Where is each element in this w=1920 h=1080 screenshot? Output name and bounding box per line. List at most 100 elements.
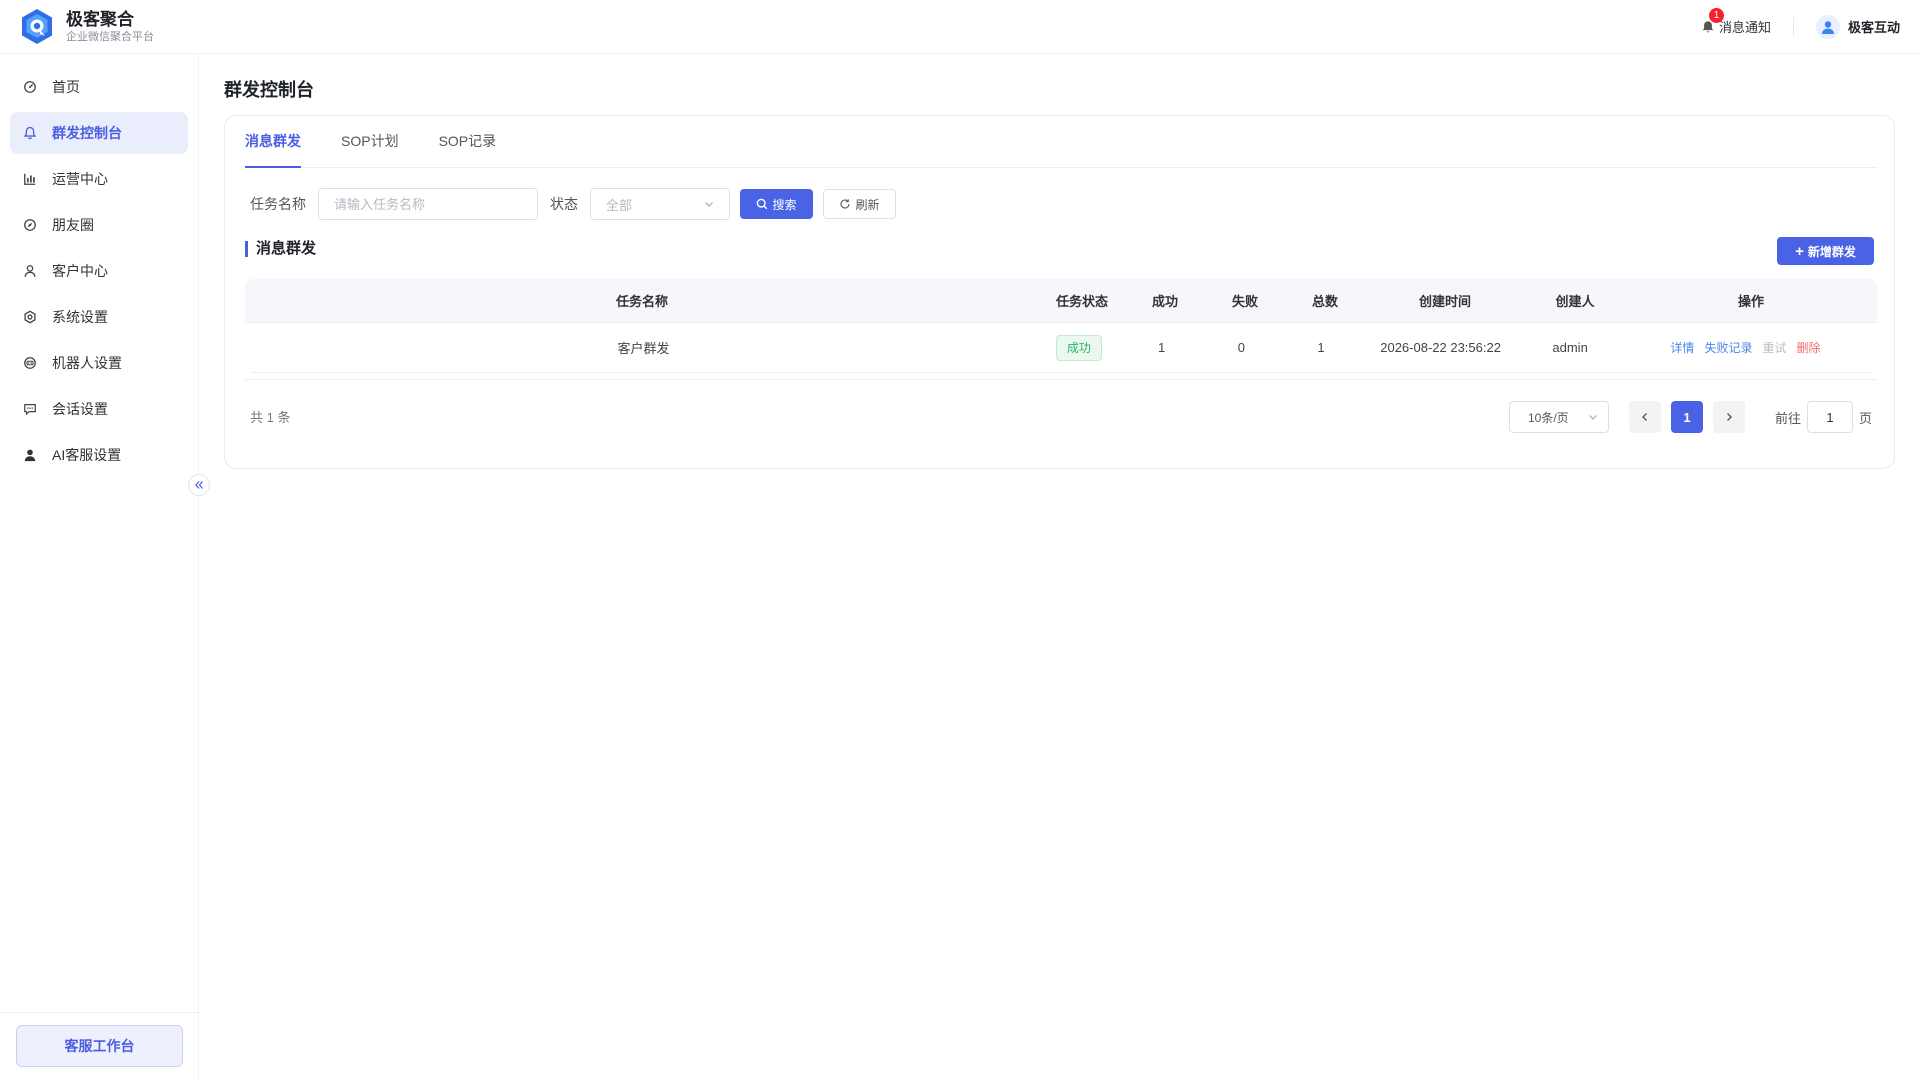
sidebar-item-label: 系统设置	[52, 309, 108, 325]
sidebar-item-session-settings[interactable]: 会话设置	[10, 388, 188, 430]
table-row: 客户群发 成功 1 0 1 2026-08-22 23:56:22 admin …	[251, 323, 1871, 373]
search-button[interactable]: 搜索	[740, 189, 813, 219]
tab-message-broadcast[interactable]: 消息群发	[245, 115, 301, 168]
page-size-value: 10条/页	[1527, 410, 1569, 425]
column-header-fail: 失败	[1231, 294, 1258, 309]
column-header-task-name: 任务名称	[615, 294, 668, 309]
robot-icon	[22, 355, 38, 371]
pagination: 10条/页 1 前往 页	[1508, 401, 1872, 433]
gear-icon	[22, 309, 38, 325]
sidebar-item-label: 会话设置	[52, 401, 108, 417]
sidebar-item-broadcast-console[interactable]: 群发控制台	[10, 112, 188, 154]
prev-page-button[interactable]	[1628, 401, 1661, 433]
retry-link[interactable]: 重试	[1762, 339, 1786, 356]
user-name: 极客互动	[1847, 20, 1900, 35]
notification-badge: 1	[1708, 8, 1724, 23]
chart-icon	[22, 171, 38, 187]
chat-icon	[22, 401, 38, 417]
chevron-right-icon	[1727, 413, 1732, 421]
sidebar-item-moments[interactable]: 朋友圈	[10, 204, 188, 246]
page-size-select[interactable]: 10条/页	[1508, 401, 1609, 433]
sidebar-item-label: 机器人设置	[52, 355, 122, 371]
cell-task-status: 成功	[1036, 334, 1122, 361]
cell-task-name: 客户群发	[617, 341, 670, 356]
sidebar-item-operations[interactable]: 运营中心	[10, 158, 188, 200]
user-avatar-icon	[1821, 20, 1834, 34]
tab-sop-plan[interactable]: SOP计划	[341, 115, 399, 167]
cell-total: 1	[1317, 340, 1325, 355]
plus-icon: +	[1795, 242, 1804, 260]
tab-sop-record[interactable]: SOP记录	[439, 115, 497, 167]
sidebar-item-label: 首页	[52, 79, 80, 95]
column-header-created-at: 创建时间	[1418, 294, 1471, 309]
dashboard-icon	[22, 79, 38, 95]
task-name-input[interactable]	[318, 188, 538, 220]
chevron-down-icon	[1589, 415, 1597, 420]
column-header-total: 总数	[1311, 294, 1338, 309]
sidebar-item-label: 客户中心	[52, 263, 108, 279]
task-name-label: 任务名称	[250, 196, 306, 212]
add-broadcast-button[interactable]: + 新增群发	[1777, 237, 1874, 265]
top-header: 极客聚合 企业微信聚合平台 1 消息通知 极客互动	[0, 0, 1920, 54]
cell-actions: 详情 失败记录 重试 删除	[1620, 339, 1871, 356]
fail-log-link[interactable]: 失败记录	[1704, 339, 1752, 356]
refresh-icon	[840, 199, 851, 209]
sidebar-item-system-settings[interactable]: 系统设置	[10, 296, 188, 338]
detail-link[interactable]: 详情	[1670, 339, 1694, 356]
status-label: 状态	[550, 196, 578, 212]
sidebar-item-label: 朋友圈	[52, 217, 94, 233]
cell-creator: admin	[1552, 340, 1588, 355]
section-title: 消息群发	[245, 241, 316, 257]
goto-label: 前往	[1774, 410, 1801, 426]
table-divider	[245, 379, 1877, 380]
service-workbench-button[interactable]: 客服工作台	[16, 1025, 183, 1067]
double-chevron-left-icon	[195, 481, 203, 489]
page-title: 群发控制台	[224, 80, 314, 100]
delete-link[interactable]: 删除	[1796, 339, 1820, 356]
cell-created-at: 2026-08-22 23:56:22	[1380, 340, 1501, 355]
refresh-button[interactable]: 刷新	[823, 189, 896, 219]
notification-button[interactable]: 1 消息通知	[1701, 8, 1771, 36]
search-icon	[757, 198, 768, 210]
page-number-current[interactable]: 1	[1670, 401, 1703, 433]
column-header-actions: 操作	[1737, 294, 1764, 309]
sidebar-menu: 首页 群发控制台 运营中心 朋友圈 客户中心 系统设置 机器人设置 会话设置 A…	[0, 54, 198, 476]
compass-icon	[22, 217, 38, 233]
filter-bar: 任务名称 状态 全部 搜索 刷新	[250, 188, 896, 220]
status-select-value: 全部	[606, 197, 633, 213]
person-icon	[22, 447, 38, 463]
status-badge: 成功	[1055, 334, 1102, 361]
cell-fail: 0	[1237, 340, 1245, 355]
sidebar: 首页 群发控制台 运营中心 朋友圈 客户中心 系统设置 机器人设置 会话设置 A…	[0, 54, 199, 1080]
user-menu[interactable]: 极客互动	[1815, 14, 1900, 39]
content-card: 消息群发 SOP计划 SOP记录 任务名称 状态 全部 搜索 刷新 消息群发 +…	[224, 115, 1895, 469]
sidebar-item-label: 运营中心	[52, 171, 108, 187]
goto-suffix: 页	[1858, 410, 1872, 426]
status-select[interactable]: 全部	[590, 188, 730, 220]
sidebar-item-ai-service-settings[interactable]: AI客服设置	[10, 434, 188, 476]
brand-subtitle: 企业微信聚合平台	[66, 30, 154, 43]
tab-bar: 消息群发 SOP计划 SOP记录	[245, 116, 1877, 168]
refresh-button-label: 刷新	[855, 197, 880, 212]
brand-logo-icon	[22, 8, 52, 44]
sidebar-item-home[interactable]: 首页	[10, 66, 188, 108]
sidebar-item-robot-settings[interactable]: 机器人设置	[10, 342, 188, 384]
notification-label: 消息通知	[1718, 20, 1771, 35]
bell-icon	[22, 125, 38, 141]
user-icon	[22, 263, 38, 279]
sidebar-footer: 客服工作台	[0, 1012, 199, 1080]
add-broadcast-label: 新增群发	[1807, 244, 1856, 259]
column-header-task-status: 任务状态	[1055, 294, 1108, 309]
chevron-down-icon	[705, 202, 713, 207]
pagination-total: 共 1 条	[250, 410, 291, 425]
brand[interactable]: 极客聚合 企业微信聚合平台	[20, 8, 154, 46]
column-header-success: 成功	[1151, 294, 1178, 309]
sidebar-item-label: AI客服设置	[52, 447, 122, 463]
search-button-label: 搜索	[772, 197, 797, 212]
sidebar-collapse-button[interactable]	[188, 474, 210, 496]
cell-success: 1	[1158, 340, 1166, 355]
next-page-button[interactable]	[1712, 401, 1745, 433]
goto-page-input[interactable]	[1806, 401, 1853, 433]
header-divider	[1792, 16, 1794, 37]
sidebar-item-customers[interactable]: 客户中心	[10, 250, 188, 292]
